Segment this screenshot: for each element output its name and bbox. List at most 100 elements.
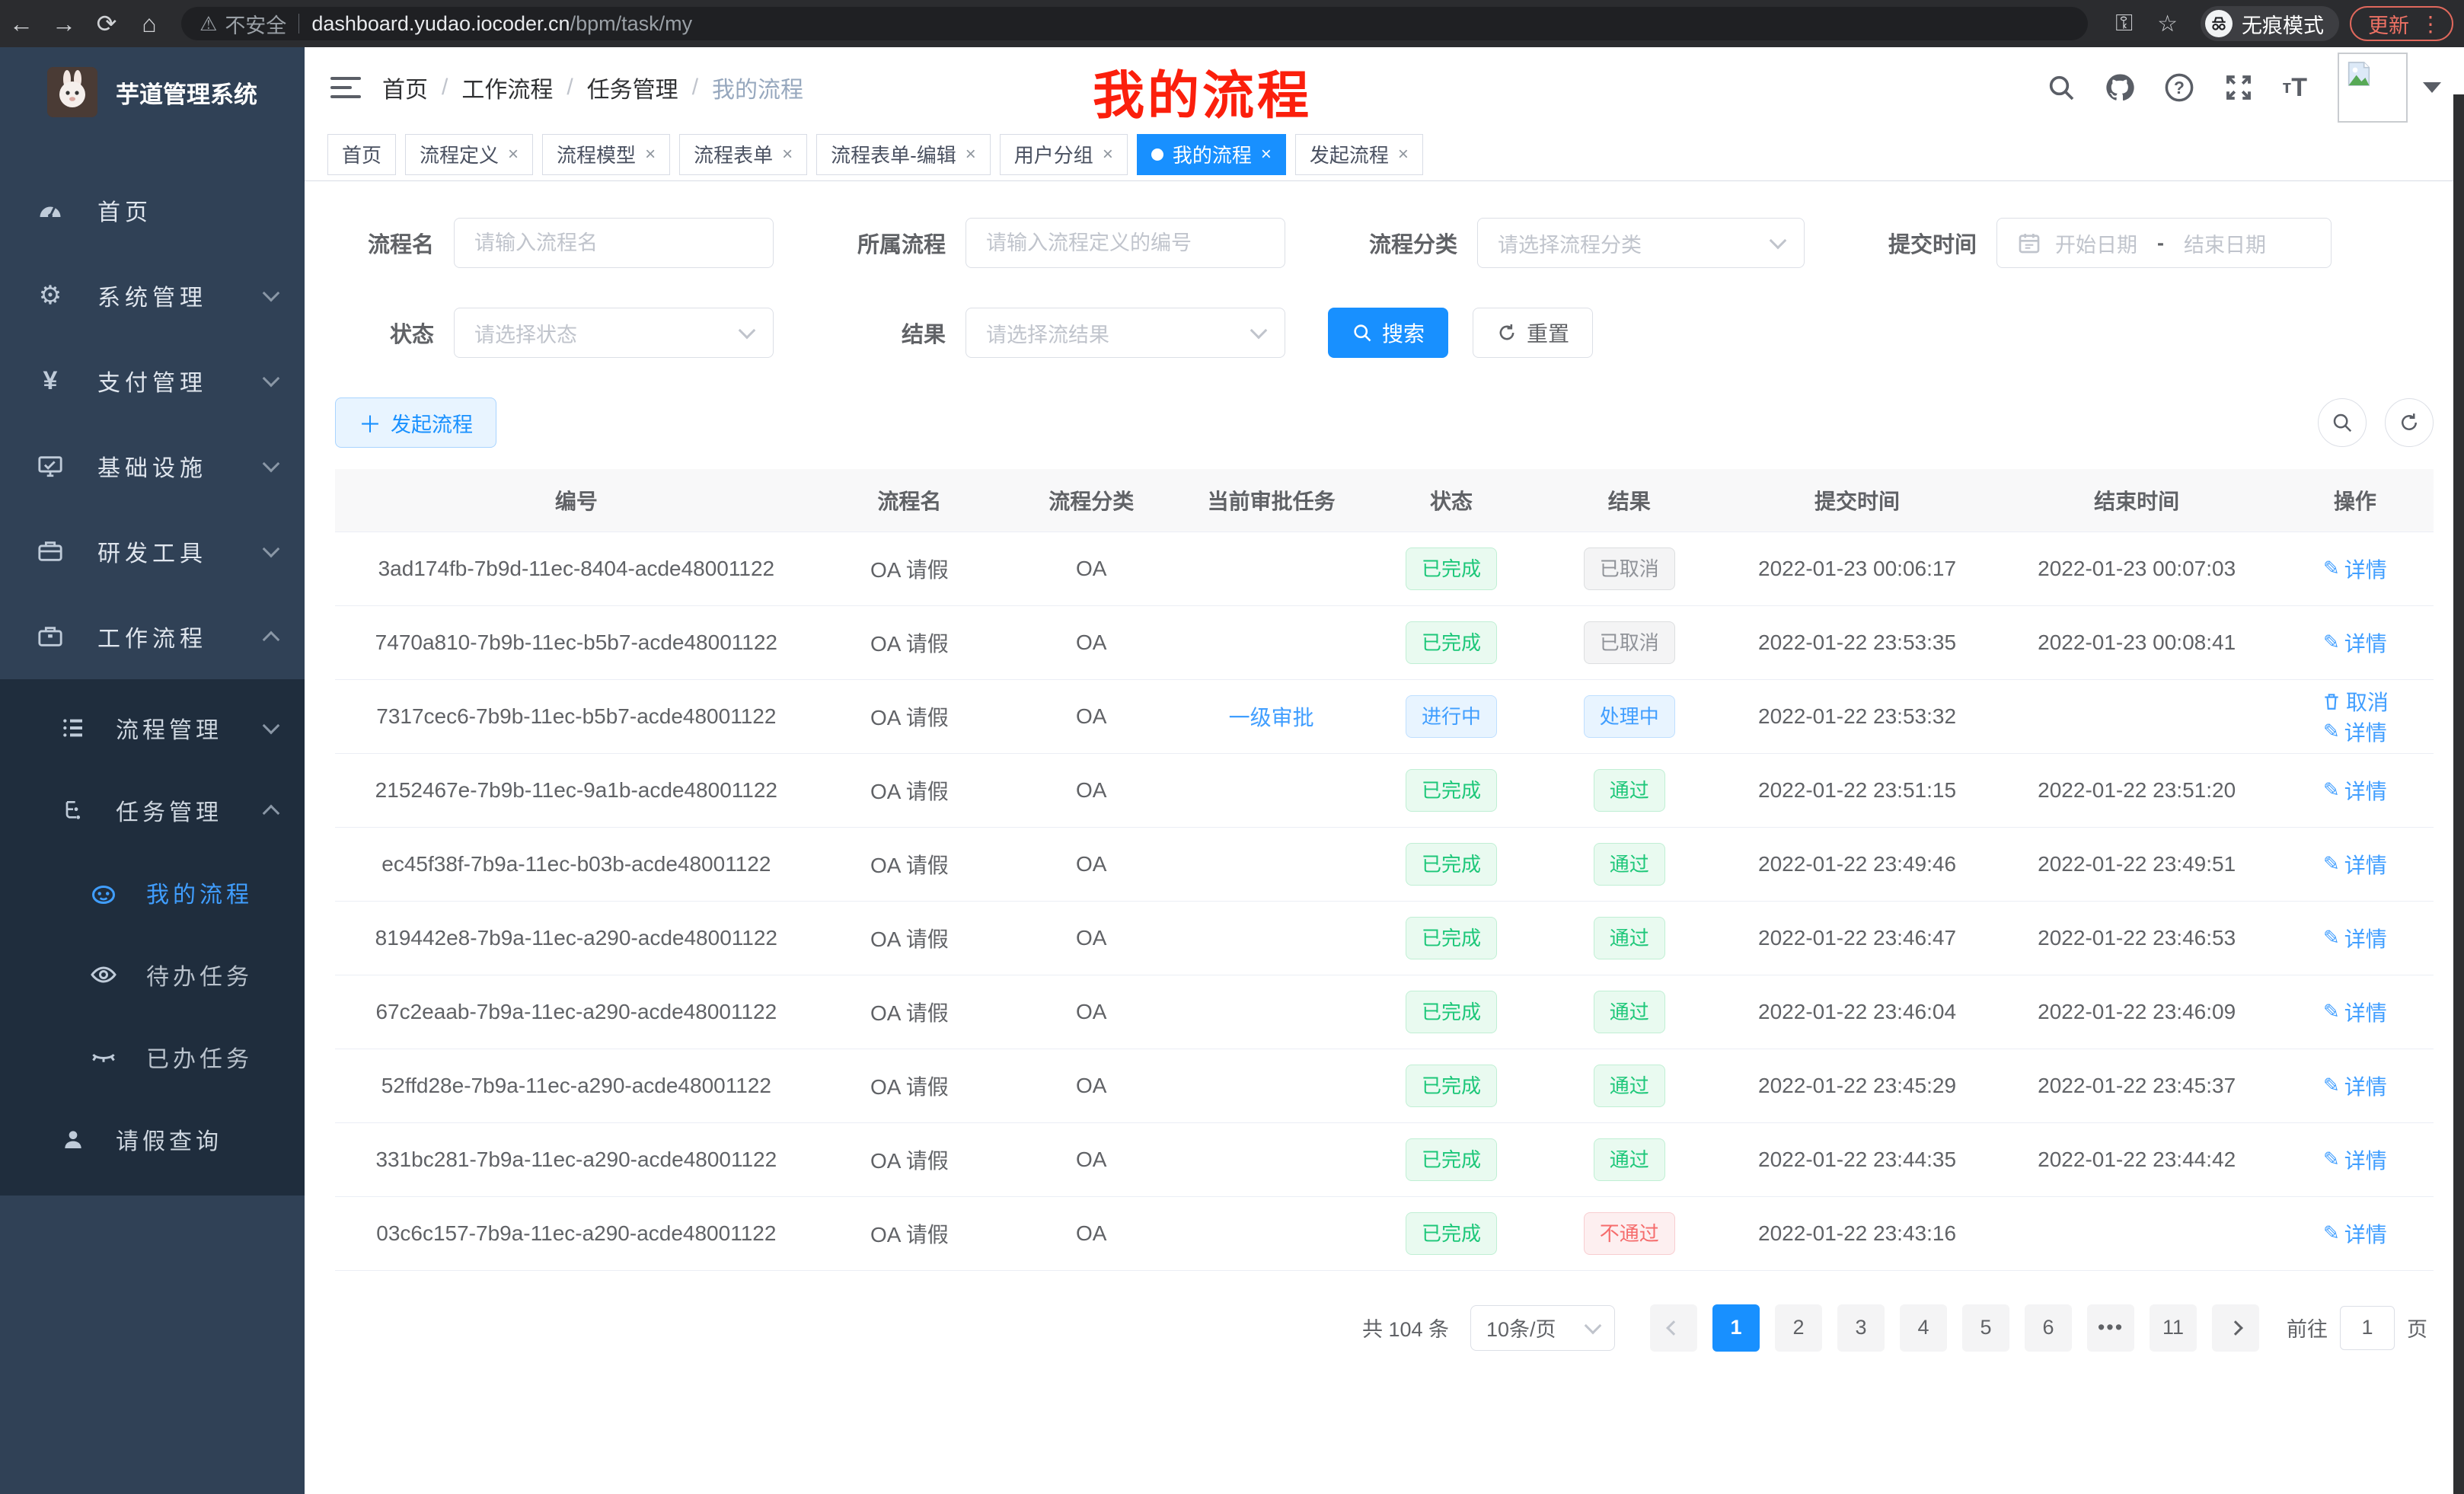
result-select[interactable]: 请选择流结果 (965, 308, 1285, 358)
page-button-5[interactable]: 5 (1962, 1304, 2009, 1352)
sidebar-item-process-mgmt[interactable]: 流程管理 (0, 687, 305, 769)
current-task-link[interactable]: 一级审批 (1229, 701, 1314, 732)
goto-page-input[interactable] (2340, 1306, 2395, 1350)
edit-pen-icon: ✎ (2323, 778, 2340, 802)
col-name: 流程名 (818, 469, 1001, 532)
detail-link[interactable]: ✎详情 (2323, 1218, 2387, 1249)
detail-link[interactable]: ✎详情 (2323, 923, 2387, 953)
detail-link[interactable]: ✎详情 (2323, 849, 2387, 879)
back-icon[interactable]: ← (0, 10, 43, 38)
sidebar-item-devtools[interactable]: 研发工具 (0, 509, 305, 594)
tab-process-form-edit[interactable]: 流程表单-编辑× (816, 134, 991, 175)
breadcrumb-workflow[interactable]: 工作流程 (461, 71, 553, 104)
calendar-icon (2017, 231, 2041, 255)
prev-page-button[interactable] (1650, 1304, 1697, 1352)
chevron-down-icon (263, 285, 280, 302)
sidebar-item-payment[interactable]: ¥ 支付管理 (0, 338, 305, 423)
url-divider (298, 14, 299, 34)
url-host: dashboard.yudao.iocoder.cn (311, 12, 570, 36)
breadcrumb-home[interactable]: 首页 (382, 71, 428, 104)
category-select[interactable]: 请选择流程分类 (1477, 218, 1805, 268)
page-button-1[interactable]: 1 (1712, 1304, 1760, 1352)
detail-link[interactable]: ✎详情 (2323, 717, 2387, 747)
reset-button[interactable]: 重置 (1473, 308, 1593, 358)
page-button-4[interactable]: 4 (1900, 1304, 1947, 1352)
close-icon[interactable]: × (508, 144, 519, 165)
tab-process-definition[interactable]: 流程定义× (405, 134, 533, 175)
page-button-3[interactable]: 3 (1837, 1304, 1885, 1352)
sidebar-item-infra[interactable]: 基础设施 (0, 423, 305, 509)
edit-pen-icon: ✎ (2323, 1148, 2340, 1171)
sidebar-item-done-tasks[interactable]: 已办任务 (0, 1016, 305, 1098)
page-size-select[interactable]: 10条/页 (1470, 1305, 1615, 1351)
github-icon[interactable] (2104, 72, 2136, 104)
goto-label: 前往 (2287, 1313, 2328, 1342)
forward-icon[interactable]: → (43, 10, 85, 38)
sidebar-item-my-process[interactable]: 我的流程 (0, 851, 305, 934)
sidebar-item-workflow[interactable]: 工作流程 (0, 594, 305, 679)
close-icon[interactable]: × (1103, 144, 1113, 165)
status-select[interactable]: 请选择状态 (454, 308, 774, 358)
avatar-caret-icon[interactable] (2423, 82, 2441, 93)
next-page-button[interactable] (2212, 1304, 2259, 1352)
close-icon[interactable]: × (782, 144, 793, 165)
page-button-11[interactable]: 11 (2150, 1304, 2197, 1352)
avatar[interactable] (2338, 53, 2408, 123)
sidebar-item-todo-tasks[interactable]: 待办任务 (0, 934, 305, 1016)
tab-process-model[interactable]: 流程模型× (542, 134, 670, 175)
logo-avatar (47, 67, 97, 117)
parent-process-input[interactable] (965, 218, 1285, 268)
detail-link[interactable]: ✎详情 (2323, 1071, 2387, 1101)
refresh-table-button[interactable] (2385, 398, 2434, 447)
sidebar-item-leave-query[interactable]: 请假查询 (0, 1098, 305, 1180)
reload-icon[interactable]: ⟳ (85, 9, 128, 38)
detail-link[interactable]: ✎详情 (2323, 627, 2387, 658)
sidebar-item-task-mgmt[interactable]: 任务管理 (0, 769, 305, 851)
tab-start-process[interactable]: 发起流程× (1295, 134, 1423, 175)
detail-link[interactable]: ✎详情 (2323, 997, 2387, 1027)
create-process-button[interactable]: ＋ 发起流程 (335, 397, 496, 448)
sidebar-item-system[interactable]: ⚙ 系统管理 (0, 253, 305, 338)
detail-link[interactable]: ✎详情 (2323, 554, 2387, 584)
tab-process-form[interactable]: 流程表单× (679, 134, 807, 175)
chrome-update-button[interactable]: 更新 ⋮ (2350, 6, 2453, 41)
sidebar-collapse-icon[interactable] (330, 75, 361, 100)
detail-link[interactable]: ✎详情 (2323, 775, 2387, 806)
fullscreen-icon[interactable] (2223, 72, 2255, 104)
tab-my-process[interactable]: 我的流程× (1137, 134, 1286, 175)
home-icon[interactable]: ⌂ (128, 10, 171, 38)
tab-home[interactable]: 首页 (327, 134, 396, 175)
close-icon[interactable]: × (1261, 144, 1272, 165)
more-pages-button[interactable]: ••• (2087, 1304, 2134, 1352)
close-icon[interactable]: × (965, 144, 976, 165)
toggle-search-button[interactable] (2318, 398, 2367, 447)
detail-link[interactable]: ✎详情 (2323, 1144, 2387, 1175)
page-button-2[interactable]: 2 (1775, 1304, 1822, 1352)
parent-process-label: 所属流程 (816, 227, 946, 259)
eye-icon (88, 961, 119, 988)
col-id: 编号 (335, 469, 818, 532)
process-table: 编号 流程名 流程分类 当前审批任务 状态 结果 提交时间 结束时间 操作 (335, 469, 2434, 1271)
page-button-6[interactable]: 6 (2025, 1304, 2072, 1352)
breadcrumb-task-mgmt[interactable]: 任务管理 (587, 71, 678, 104)
bookmark-star-icon[interactable]: ☆ (2157, 11, 2178, 37)
window-scrollbar[interactable] (2453, 94, 2464, 1494)
cancel-link[interactable]: 取消 (2322, 686, 2389, 717)
tab-user-group[interactable]: 用户分组× (1000, 134, 1128, 175)
password-key-icon[interactable]: ⚿ (2115, 11, 2133, 37)
search-icon[interactable] (2046, 72, 2076, 103)
logo-row[interactable]: 芋道管理系统 (0, 47, 305, 137)
process-name-input[interactable] (454, 218, 774, 268)
end-date-placeholder: 结束日期 (2184, 228, 2266, 258)
address-bar[interactable]: ⚠ 不安全 dashboard.yudao.iocoder.cn /bpm/ta… (181, 7, 2088, 40)
sidebar-item-home[interactable]: 首页 (0, 168, 305, 253)
close-icon[interactable]: × (1398, 144, 1409, 165)
close-icon[interactable]: × (645, 144, 656, 165)
font-size-icon[interactable]: тT (2282, 73, 2307, 103)
search-button[interactable]: 搜索 (1328, 308, 1448, 358)
submit-time-range[interactable]: 开始日期 - 结束日期 (1996, 218, 2332, 268)
result-badge: 通过 (1594, 1065, 1665, 1107)
browser-menu-icon[interactable]: ⋮ (2420, 11, 2441, 37)
help-icon[interactable]: ? (2163, 72, 2195, 104)
table-row: 67c2eaab-7b9a-11ec-a290-acde48001122 OA … (335, 975, 2434, 1049)
